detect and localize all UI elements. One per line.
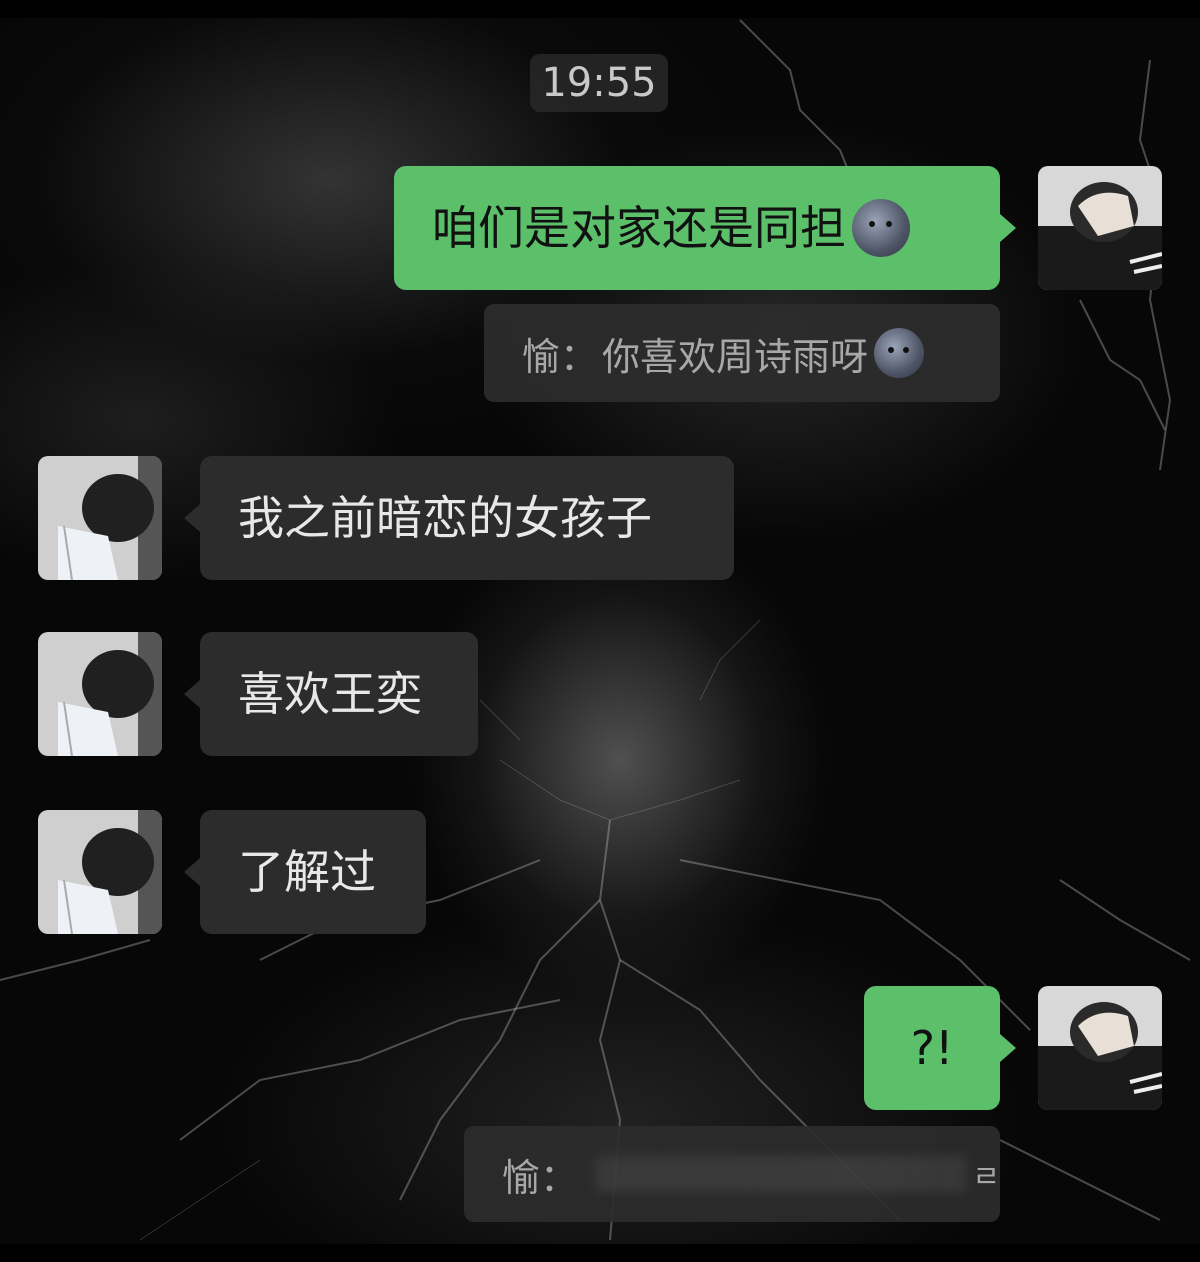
quote-author: 愉：: [522, 334, 599, 379]
message-text: 喜欢王奕: [238, 667, 422, 721]
quote-text-fragment: ㄹ: [972, 1160, 1000, 1195]
message-timestamp: 19:55: [530, 54, 668, 112]
incoming-message-bubble[interactable]: 我之前暗恋的女孩子: [184, 456, 734, 580]
quote-author: 愉：: [502, 1155, 579, 1200]
outgoing-message-bubble[interactable]: 咱们是对家还是同担: [394, 166, 1016, 290]
outgoing-message-bubble[interactable]: ?!: [864, 986, 1016, 1110]
contact-avatar[interactable]: [38, 456, 162, 580]
top-edge: [0, 0, 1200, 18]
my-avatar[interactable]: [1038, 166, 1162, 290]
new-moon-face-icon: [852, 199, 910, 257]
message-text: 我之前暗恋的女孩子: [238, 491, 652, 545]
message-text: ?!: [910, 1021, 954, 1075]
new-moon-face-icon: [874, 328, 925, 378]
blurred-quote-text: [596, 1156, 967, 1192]
incoming-message-bubble[interactable]: 了解过: [184, 810, 426, 934]
message-text: 咱们是对家还是同担: [432, 201, 846, 255]
quoted-message[interactable]: 愉： ㄹ: [464, 1126, 1000, 1222]
quoted-message[interactable]: 愉： 你喜欢周诗雨呀: [484, 304, 1000, 402]
message-text: 了解过: [238, 845, 376, 899]
my-avatar[interactable]: [1038, 986, 1162, 1110]
contact-avatar[interactable]: [38, 810, 162, 934]
incoming-message-bubble[interactable]: 喜欢王奕: [184, 632, 478, 756]
bottom-edge: [0, 1244, 1200, 1262]
quote-text: 你喜欢周诗雨呀: [602, 334, 869, 379]
contact-avatar[interactable]: [38, 632, 162, 756]
